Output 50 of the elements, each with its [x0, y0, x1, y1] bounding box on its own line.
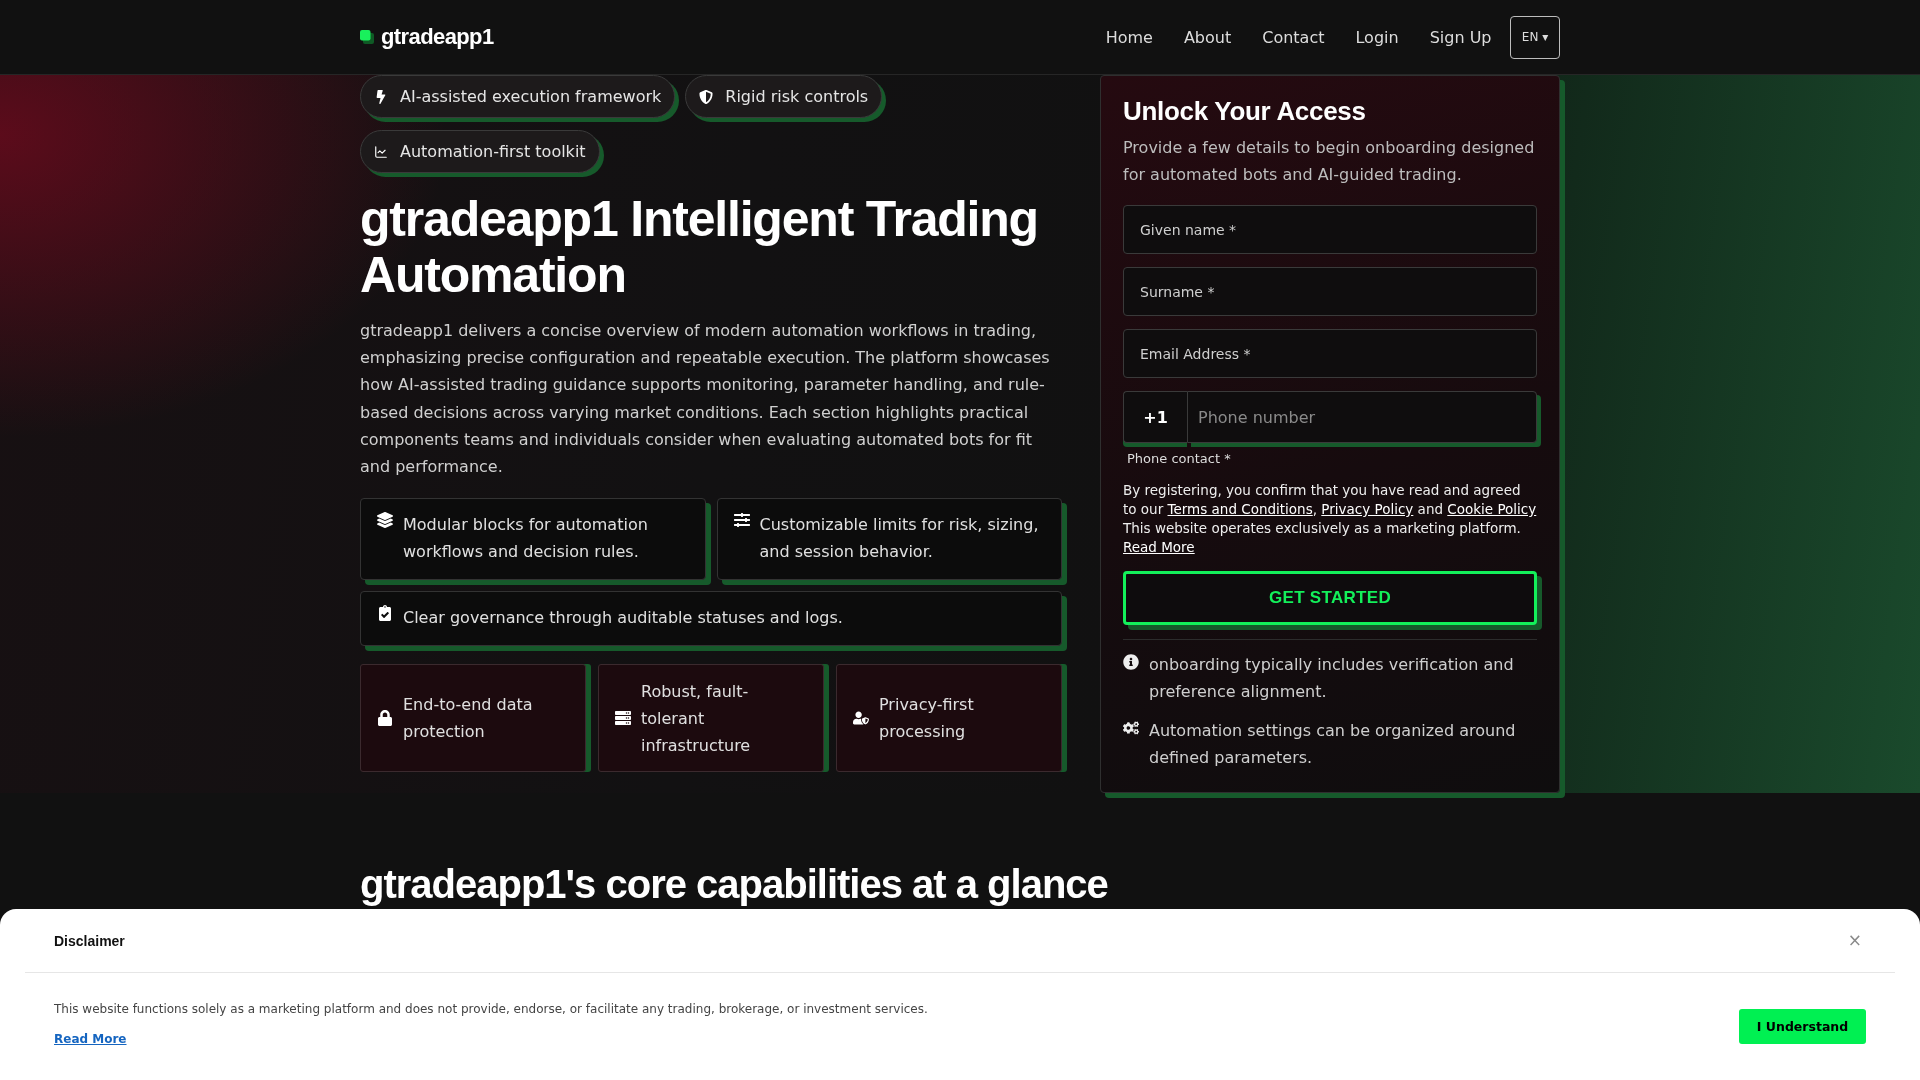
input-field[interactable]: Email Address * [1123, 329, 1537, 378]
user-shield-icon [853, 710, 869, 727]
highlight-text: Robust, fault-tolerant infrastructure [641, 680, 752, 757]
layers-icon [377, 512, 393, 529]
phone-input-field[interactable]: Phone number [1187, 391, 1537, 443]
disclaimer-title: Disclaimer [54, 932, 125, 949]
nav-link[interactable]: About [1168, 27, 1247, 47]
consent-link[interactable]: Terms and Conditions [1167, 501, 1313, 517]
lock-icon [377, 710, 393, 727]
phone-label: Phone contact * [1127, 451, 1232, 467]
nav-link[interactable]: Sign Up [1414, 27, 1507, 47]
understand-button[interactable]: I Understand [1739, 1008, 1866, 1044]
form-subtitle: Provide a few details to begin onboarding designed for automated bots and AI-guided trading. [1123, 137, 1536, 186]
logo-icon [360, 30, 374, 44]
info-icon [1123, 654, 1139, 670]
feature-text: Modular blocks for automation workflows and decision rules. [403, 514, 649, 564]
read-more-link[interactable]: Read More [54, 1031, 127, 1047]
note-text: Automation settings can be organized around defined parameters. [1149, 720, 1517, 769]
pill-label: AI-assisted execution framework [400, 87, 662, 106]
nav-link[interactable]: Login [1339, 27, 1415, 47]
server-icon [615, 710, 631, 727]
form-title: Unlock Your Access [1123, 96, 1367, 127]
disclaimer-text: This website functions solely as a marketing platform and does not provide, endorse, or facilitate any trading, brokerage, or investment services. [54, 1001, 928, 1017]
section-title: gtradeapp1's core capabilities at a glance [360, 861, 1109, 907]
logo-text[interactable]: gtradeapp1 [381, 24, 494, 50]
shield-icon [699, 89, 714, 104]
highlight-text: Privacy-first processing [879, 694, 975, 744]
feature-text: Clear governance through auditable statuses and logs. [403, 607, 843, 630]
consent-link[interactable]: Read More [1123, 539, 1195, 555]
line-chart-icon [374, 144, 388, 159]
hero-title: gtradeapp1 Intelligent Trading Automation [360, 191, 1039, 303]
gears-icon [1123, 720, 1139, 736]
clipboard-check-icon [377, 605, 393, 622]
sliders-icon [733, 512, 750, 529]
close-button[interactable]: × [1843, 930, 1866, 951]
hero-description: gtradeapp1 delivers a concise overview of modern automation workflows in trading, emphasizing precise configuration and repeatable execution. The platform showcases how AI-assisted trading guidance supports monitoring, parameter handling, and rule-based decisions across varying market conditions. Each section highlights practical components teams and individuals consider when evaluating automated bots for fit and performance. [360, 320, 1051, 478]
feature-text: Customizable limits for risk, sizing, and session behavior. [759, 514, 1040, 564]
nav-link[interactable]: Contact [1246, 27, 1340, 47]
input-field[interactable]: Surname * [1123, 267, 1537, 316]
consent-text: By registering, you confirm that you have read and agreed to our Terms and Conditions, Privacy Policy and Cookie Policy This website operates exclusively as a marketing platform. Read More [1123, 481, 1537, 557]
pill-label: Rigid risk controls [725, 87, 869, 106]
consent-link[interactable]: Cookie Policy [1447, 501, 1537, 517]
bolt-icon [374, 89, 388, 104]
note-text: onboarding typically includes verification and preference alignment. [1149, 654, 1515, 703]
consent-link[interactable]: Privacy Policy [1321, 501, 1414, 517]
highlight-text: End-to-end data protection [403, 694, 534, 744]
nav-link[interactable]: Home [1090, 27, 1169, 47]
input-field[interactable]: Given name * [1123, 205, 1537, 254]
language-button[interactable]: EN ▾ [1510, 15, 1560, 59]
pill-label: Automation-first toolkit [400, 142, 586, 161]
